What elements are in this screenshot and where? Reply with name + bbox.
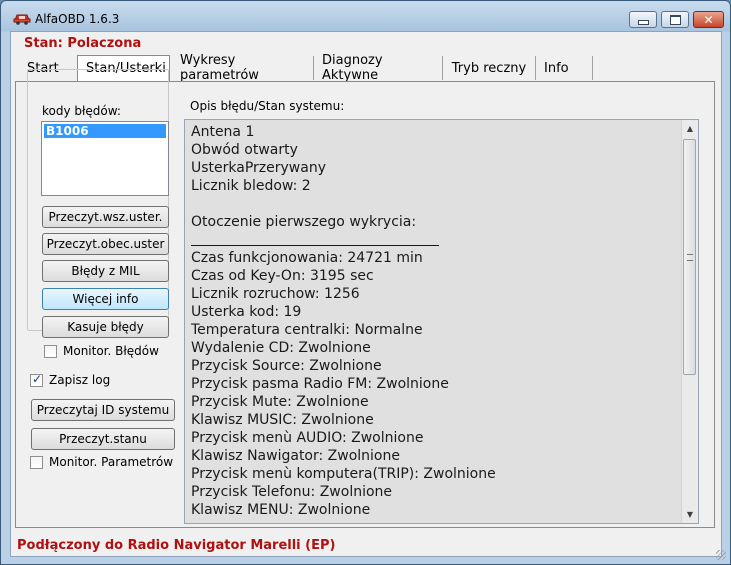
checkmark-icon: ✓ <box>32 372 43 386</box>
title-bar[interactable]: AlfaOBD 1.6.3 ✕ <box>1 1 730 35</box>
description-line: Klawisz Nawigator: Zwolnione <box>191 448 400 464</box>
list-item[interactable]: B1006 <box>44 124 166 138</box>
clear-errors-button[interactable]: Kasuje błędy <box>42 316 169 338</box>
description-line: Przycisk Telefonu: Zwolnione <box>191 484 393 500</box>
description-line: Licznik bledow: 2 <box>191 178 311 194</box>
description-line: Czas od Key-On: 3195 sec <box>191 268 374 284</box>
tab-tryb-reczny[interactable]: Tryb reczny <box>443 56 536 80</box>
close-icon: ✕ <box>703 12 714 27</box>
save-log-label: Zapisz log <box>49 373 111 387</box>
description-line: Otoczenie pierwszego wykrycia: <box>191 214 417 230</box>
connection-status: Stan: Polaczona <box>24 36 142 51</box>
description-line: Czas funkcjonowania: 24721 min <box>191 250 423 266</box>
scroll-thumb[interactable] <box>683 139 696 375</box>
more-info-button[interactable]: Więcej info <box>42 288 169 310</box>
error-codes-list[interactable]: B1006 <box>41 121 169 196</box>
description-line: Temperatura centralki: Normalne <box>191 322 423 338</box>
description-line: Usterka kod: 19 <box>191 304 302 320</box>
tab-info[interactable]: Info <box>536 56 593 80</box>
grip-icon <box>686 253 693 261</box>
vertical-scrollbar[interactable]: ▲ ▼ <box>681 120 698 523</box>
read-state-button[interactable]: Przeczyt.stanu <box>31 428 175 450</box>
description-label: Opis błędu/Stan systemu: <box>190 99 345 113</box>
read-all-errors-button[interactable]: Przeczyt.wsz.uster. <box>42 206 169 228</box>
mil-errors-button[interactable]: Błędy z MIL <box>42 260 169 282</box>
description-line: Klawisz MENU: Zwolnione <box>191 502 371 518</box>
minimize-button[interactable] <box>629 11 657 28</box>
description-line: Przycisk Source: Zwolnione <box>191 358 382 374</box>
tab-wykresy-parametrow[interactable]: Wykresy parametrów <box>172 53 314 83</box>
description-line: Przycisk menù komputera(TRIP): Zwolnione <box>191 466 496 482</box>
tab-diagnozy-aktywne[interactable]: Diagnozy Aktywne <box>314 53 443 83</box>
description-textbox[interactable]: Antena 1 Obwód otwarty UsterkaPrzerywany Li… <box>184 119 699 524</box>
description-line: UsterkaPrzerywany <box>191 160 326 176</box>
description-line: Przycisk Mute: Zwolnione <box>191 394 369 410</box>
device-status: Podłączony do Radio Navigator Marelli (E… <box>17 538 336 553</box>
monitor-params-label: Monitor. Parametrów <box>49 455 174 469</box>
minimize-icon <box>637 20 649 25</box>
description-line: Obwód otwarty <box>191 142 298 158</box>
read-current-errors-button[interactable]: Przeczyt.obec.uster <box>42 233 169 255</box>
monitor-params-checkbox[interactable] <box>30 456 43 469</box>
description-line: Licznik rozruchow: 1256 <box>191 286 360 302</box>
scroll-up-icon[interactable]: ▲ <box>682 120 698 137</box>
scroll-down-icon[interactable]: ▼ <box>682 506 698 523</box>
monitor-errors-checkbox[interactable] <box>44 345 57 358</box>
description-line: Przycisk pasma Radio FM: Zwolnione <box>191 376 449 392</box>
maximize-icon <box>669 14 681 25</box>
separator-line <box>191 245 439 246</box>
description-line: Klawisz MUSIC: Zwolnione <box>191 412 374 428</box>
monitor-errors-label: Monitor. Błędów <box>63 344 159 358</box>
window-title: AlfaOBD 1.6.3 <box>35 12 120 26</box>
save-log-checkbox[interactable]: ✓ <box>30 372 43 387</box>
read-system-id-button[interactable]: Przeczytaj ID systemu <box>31 399 175 421</box>
codes-label: kody błędów: <box>42 104 121 118</box>
description-line: Wydalenie CD: Zwolnione <box>191 340 371 356</box>
close-button[interactable]: ✕ <box>693 11 724 28</box>
description-line: Przycisk menù AUDIO: Zwolnione <box>191 430 424 446</box>
resize-grip-icon[interactable] <box>716 550 726 560</box>
description-line: Antena 1 <box>191 124 255 140</box>
car-icon <box>13 14 31 25</box>
maximize-button[interactable] <box>661 11 689 28</box>
app-window: AlfaOBD 1.6.3 ✕ Stan: Polaczona Start St… <box>0 0 731 565</box>
